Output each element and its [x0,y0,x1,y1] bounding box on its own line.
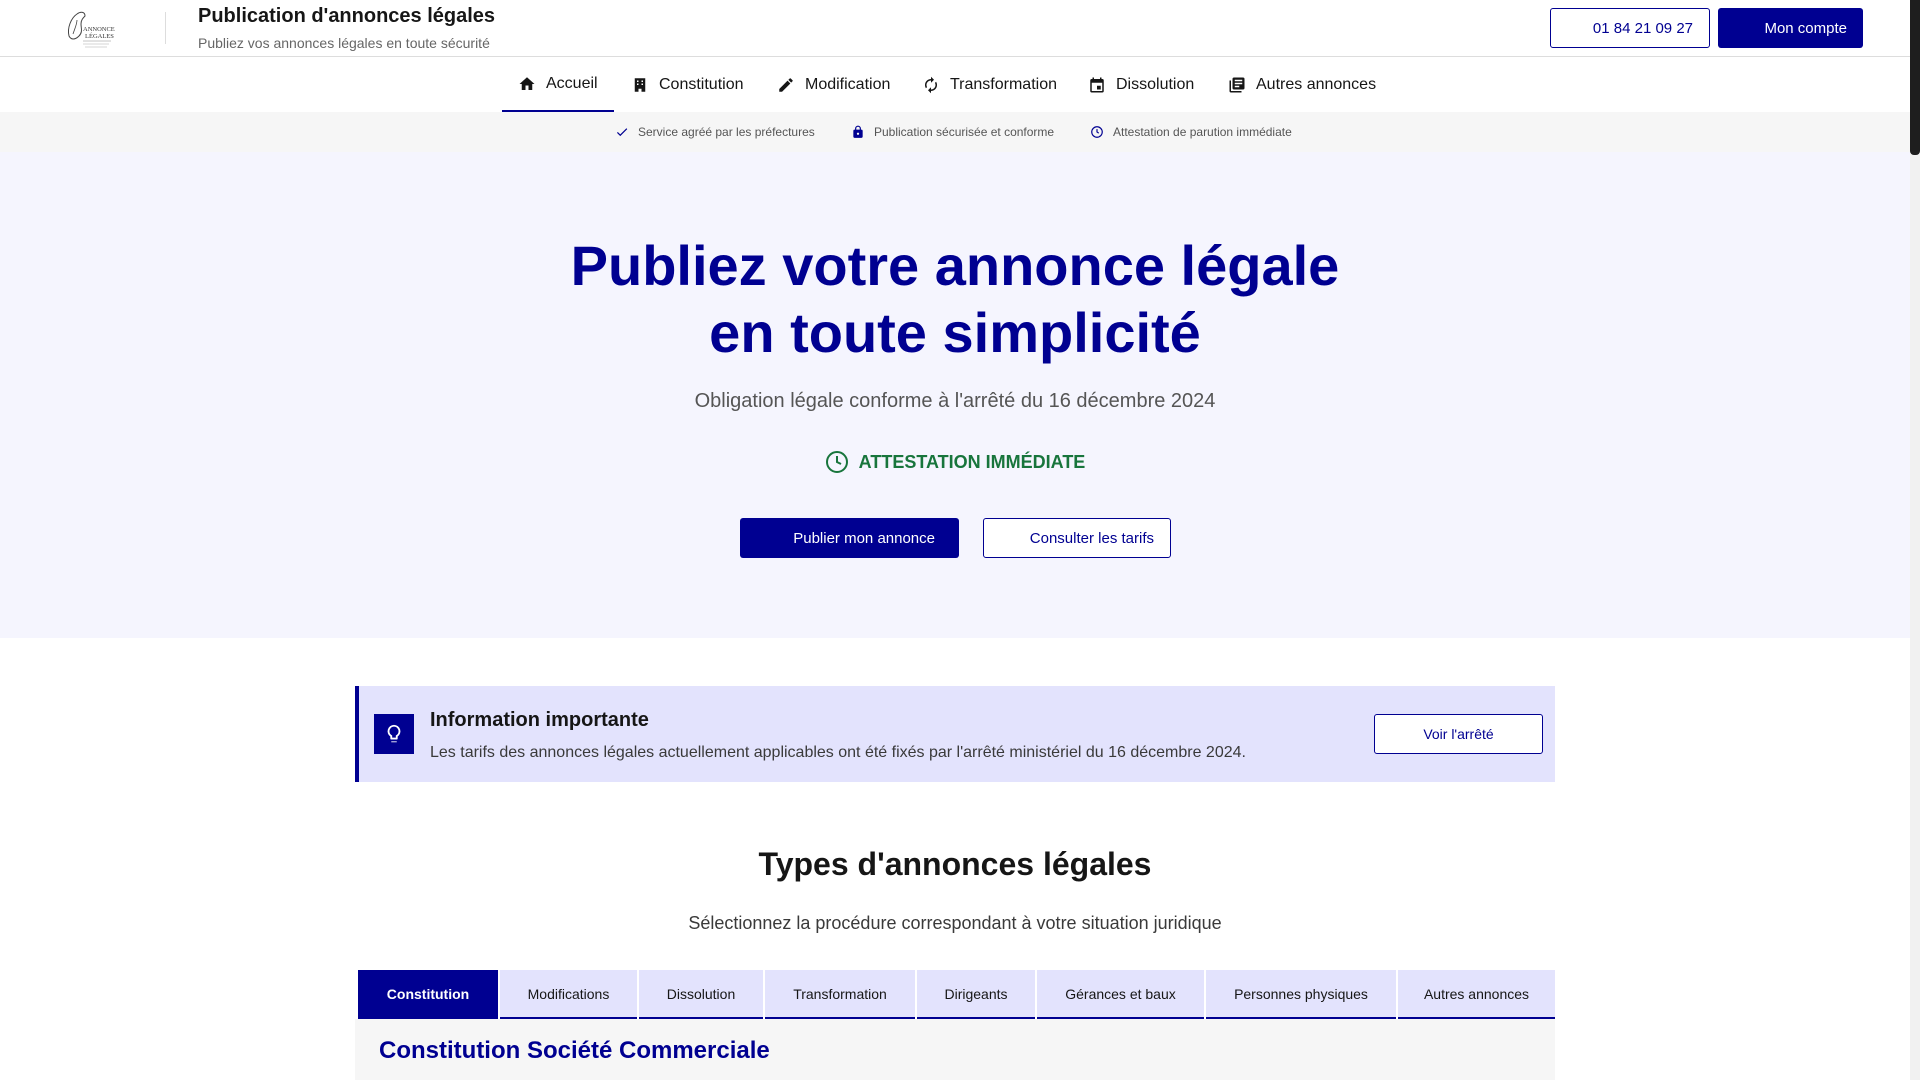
tab-autres-annonces[interactable]: Autres annonces [1398,970,1555,1019]
publish-button[interactable]: Publier mon annonce [740,518,959,558]
scrollbar-track[interactable] [1910,0,1920,1080]
trust-item-attestation: Attestation de parution immédiate [1090,112,1292,152]
logo[interactable]: ANNONCE LÉGALES [63,6,117,50]
home-icon [519,76,535,90]
info-text: Les tarifs des annonces légales actuelle… [430,744,1246,761]
main-nav: Accueil Constitution Modification Transf… [0,57,1910,112]
marianne-logo-icon: ANNONCE LÉGALES [68,11,115,48]
section-subtitle: Sélectionnez la procédure correspondant … [688,913,1222,933]
tab-panel: Constitution Société Commerciale [355,1019,1555,1080]
svg-text:LÉGALES: LÉGALES [85,32,114,40]
tarifs-label: Consulter les tarifs [1029,529,1154,547]
tab-personnes-physiques[interactable]: Personnes physiques [1206,970,1396,1019]
phone-button[interactable]: 01 84 21 09 27 [1550,8,1710,48]
tab-dissolution[interactable]: Dissolution [639,970,763,1019]
tab-dirigeants[interactable]: Dirigeants [917,970,1035,1019]
trust-label: Publication sécurisée et conforme [874,125,1055,139]
info-title: Information importante [430,709,649,731]
hero-subtitle: Obligation légale conforme à l'arrêté du… [694,390,1216,412]
refresh-icon [925,76,937,93]
publish-label: Publier mon annonce [793,529,935,547]
tarifs-button[interactable]: Consulter les tarifs [983,518,1171,558]
nav-label: Dissolution [1116,75,1195,93]
hero-title-line1: Publiez votre annonce légale [570,234,1340,297]
view-arrete-label: Voir l'arrêté [1423,726,1494,742]
logo-separator [165,12,166,44]
site-title[interactable]: Publication d'annonces légales [198,5,495,28]
info-callout: Information importante Les tarifs des an… [355,686,1555,782]
nav-item-constitution[interactable]: Constitution [615,57,760,112]
nav-label: Modification [805,75,891,93]
check-icon [616,128,628,137]
pencil-icon [779,77,793,92]
nav-label: Accueil [546,74,598,92]
phone-label: 01 84 21 09 27 [1592,19,1693,37]
hero-title: Publiez votre annonce légale en toute si… [0,232,1910,366]
hero-title-line2: en toute simplicité [709,301,1201,364]
section-title: Types d'annonces légales [758,846,1152,882]
trust-bar: Service agréé par les préfectures Public… [0,112,1910,152]
site-header: ANNONCE LÉGALES Publication d'annonces l… [0,0,1910,57]
site-subtitle: Publiez vos annonces légales en toute sé… [198,35,490,51]
nav-item-dissolution[interactable]: Dissolution [1072,57,1210,112]
nav-label: Transformation [950,75,1057,93]
trust-label: Attestation de parution immédiate [1113,125,1292,139]
nav-label: Constitution [659,75,744,93]
clock-icon [825,451,848,473]
attestation-badge: ATTESTATION IMMÉDIATE [0,450,1910,474]
attestation-label: ATTESTATION IMMÉDIATE [858,451,1086,472]
clock-icon [1091,126,1103,138]
nav-item-accueil[interactable]: Accueil [502,57,614,112]
nav-item-transformation[interactable]: Transformation [906,57,1073,112]
calendar-icon [1090,77,1104,92]
library-icon [1229,77,1245,92]
account-button[interactable]: Mon compte [1718,8,1863,48]
trust-item-agree: Service agréé par les préfectures [615,112,815,152]
building-icon [634,77,646,92]
trust-label: Service agréé par les préfectures [638,125,815,139]
tab-modifications[interactable]: Modifications [500,970,637,1019]
lock-icon [853,125,863,138]
hero-section: Publiez votre annonce légale en toute si… [0,152,1910,638]
nav-label: Autres annonces [1256,75,1377,93]
trust-item-secure: Publication sécurisée et conforme [851,112,1054,152]
svg-text:ANNONCE: ANNONCE [83,26,115,33]
annonce-tabs: Constitution Modifications Dissolution T… [358,970,1555,1019]
tab-gerances-baux[interactable]: Gérances et baux [1037,970,1204,1019]
lightbulb-icon [374,714,414,754]
scrollbar-thumb[interactable] [1910,0,1920,155]
panel-title: Constitution Société Commerciale [379,1037,770,1064]
tab-constitution[interactable]: Constitution [358,970,498,1019]
tab-transformation[interactable]: Transformation [765,970,915,1019]
view-arrete-button[interactable]: Voir l'arrêté [1374,714,1543,754]
nav-item-modification[interactable]: Modification [761,57,906,112]
nav-item-autres-annonces[interactable]: Autres annonces [1212,57,1392,112]
account-label: Mon compte [1764,19,1847,37]
